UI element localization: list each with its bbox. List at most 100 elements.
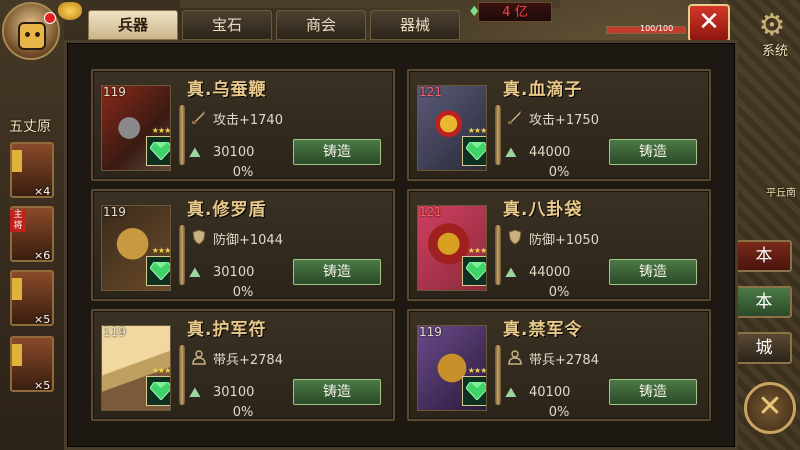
- forge-button[interactable]: 铸造: [609, 259, 697, 285]
- card-divider: [179, 105, 185, 165]
- soldier-icon: [191, 349, 207, 365]
- equipment-name: 真.八卦袋: [503, 200, 583, 220]
- tab-guild[interactable]: 商会: [276, 10, 366, 40]
- emerald-gem-icon: [466, 262, 486, 280]
- flag-icon: [12, 344, 22, 366]
- sword-icon: [507, 109, 523, 125]
- equipment-name: 真.乌蚕鞭: [187, 80, 267, 100]
- hero-count: ×5: [34, 379, 51, 392]
- equipment-card: ★★★ 121 真.八卦袋 防御+1050 ⛰ 44000 铸造 0%: [407, 189, 711, 301]
- forge-button[interactable]: 铸造: [293, 379, 381, 405]
- equipment-stat: 带兵+2784: [213, 353, 283, 368]
- equipment-stat: 带兵+2784: [529, 353, 599, 368]
- gem-cost-icon: ⛰: [189, 145, 201, 161]
- equipment-level: 121: [419, 205, 442, 219]
- card-divider: [179, 225, 185, 285]
- shield-icon: [507, 229, 523, 245]
- hero-count: ×6: [34, 249, 51, 262]
- forge-progress: 0%: [232, 285, 254, 300]
- emerald-gem-icon: [150, 142, 170, 160]
- forge-button[interactable]: 铸造: [293, 259, 381, 285]
- equipment-card: ★★★ 119 真.乌蚕鞭 攻击+1740 ⛰ 30100 铸造 0%: [91, 69, 395, 181]
- forge-cost: 30100: [213, 385, 255, 400]
- flag-icon: [12, 278, 22, 300]
- hero-count: ×4: [34, 185, 51, 198]
- soldier-icon: [507, 349, 523, 365]
- close-panel-button[interactable]: ✕: [688, 4, 730, 42]
- sword-icon: [191, 109, 207, 125]
- equipment-name: 真.修罗盾: [187, 200, 267, 220]
- equipment-card: ★★★ 119 真.禁军令 带兵+2784 ⛰ 40100 铸造 0%: [407, 309, 711, 421]
- gem-cost-icon: ⛰: [505, 265, 517, 281]
- star-rating: ★★★: [151, 126, 171, 135]
- equipment-stat: 攻击+1740: [213, 113, 283, 128]
- gem-slot: [462, 376, 486, 406]
- hero-card[interactable]: ×5: [10, 336, 54, 392]
- equipment-stat: 攻击+1750: [529, 113, 599, 128]
- gear-icon[interactable]: ⚙: [752, 8, 792, 44]
- forge-progress: 0%: [548, 405, 570, 420]
- equipment-level: 119: [103, 325, 126, 339]
- forge-cost: 30100: [213, 265, 255, 280]
- card-divider: [495, 345, 501, 405]
- equipment-card: ★★★ 119 真.修罗盾 防御+1044 ⛰ 30100 铸造 0%: [91, 189, 395, 301]
- star-rating: ★★★: [467, 126, 487, 135]
- forge-button[interactable]: 铸造: [293, 139, 381, 165]
- hero-count: ×5: [34, 313, 51, 326]
- gem-cost-icon: ⛰: [505, 145, 517, 161]
- star-rating: ★★★: [467, 246, 487, 255]
- close-icon: ✕: [698, 7, 720, 37]
- gem-cost-icon: ⛰: [189, 265, 201, 281]
- emerald-gem-icon: [150, 262, 170, 280]
- tab-machinery[interactable]: 器械: [370, 10, 460, 40]
- tab-gems[interactable]: 宝石: [182, 10, 272, 40]
- forge-progress: 0%: [548, 285, 570, 300]
- gem-cost-icon: ⛰: [505, 385, 517, 401]
- star-rating: ★★★: [151, 366, 171, 375]
- equipment-stat: 防御+1050: [529, 233, 599, 248]
- gem-slot: [146, 376, 170, 406]
- system-label[interactable]: 系统: [752, 40, 798, 59]
- equipment-card: ★★★ 121 真.血滴子 攻击+1750 ⛰ 44000 铸造 0%: [407, 69, 711, 181]
- flag-icon: [12, 150, 22, 172]
- hero-card[interactable]: ×4: [10, 142, 54, 198]
- gem-slot: [462, 136, 486, 166]
- gem-slot: [146, 256, 170, 286]
- hero-card[interactable]: 主将 ×6: [10, 206, 54, 262]
- right-side-button[interactable]: 城: [736, 332, 792, 364]
- card-divider: [495, 225, 501, 285]
- card-divider: [495, 105, 501, 165]
- forge-button[interactable]: 铸造: [609, 379, 697, 405]
- hero-card[interactable]: ×5: [10, 270, 54, 326]
- equipment-name: 真.血滴子: [503, 80, 583, 100]
- eye-icon: [35, 32, 40, 37]
- equipment-card: ★★★ 119 真.护军符 带兵+2784 ⛰ 30100 铸造 0%: [91, 309, 395, 421]
- tab-weapons[interactable]: 兵器: [88, 10, 178, 40]
- avatar-face-icon: [18, 22, 46, 50]
- round-close-button[interactable]: ✕: [744, 382, 796, 434]
- card-divider: [179, 345, 185, 405]
- eye-icon: [25, 32, 30, 37]
- city-label[interactable]: 平丘南: [766, 184, 796, 199]
- equipment-level: 121: [419, 85, 442, 99]
- equipment-level: 119: [419, 325, 442, 339]
- gem-cost-icon: ⛰: [189, 385, 201, 401]
- forge-progress: 0%: [232, 165, 254, 180]
- hp-text: 100/100: [640, 24, 674, 33]
- equipment-name: 真.护军符: [187, 320, 267, 340]
- forge-progress: 0%: [232, 405, 254, 420]
- right-side-button[interactable]: 本: [736, 240, 792, 272]
- player-avatar[interactable]: [2, 2, 60, 60]
- forge-cost: 44000: [529, 145, 571, 160]
- emerald-gem-icon: [150, 382, 170, 400]
- star-rating: ★★★: [467, 366, 487, 375]
- right-side-button[interactable]: 本: [736, 286, 792, 318]
- main-general-badge: 主将: [10, 210, 26, 232]
- forge-cost: 40100: [529, 385, 571, 400]
- forge-button[interactable]: 铸造: [609, 139, 697, 165]
- forge-cost: 44000: [529, 265, 571, 280]
- gem-slot: [146, 136, 170, 166]
- star-rating: ★★★: [151, 246, 171, 255]
- equipment-level: 119: [103, 205, 126, 219]
- equipment-level: 119: [103, 85, 126, 99]
